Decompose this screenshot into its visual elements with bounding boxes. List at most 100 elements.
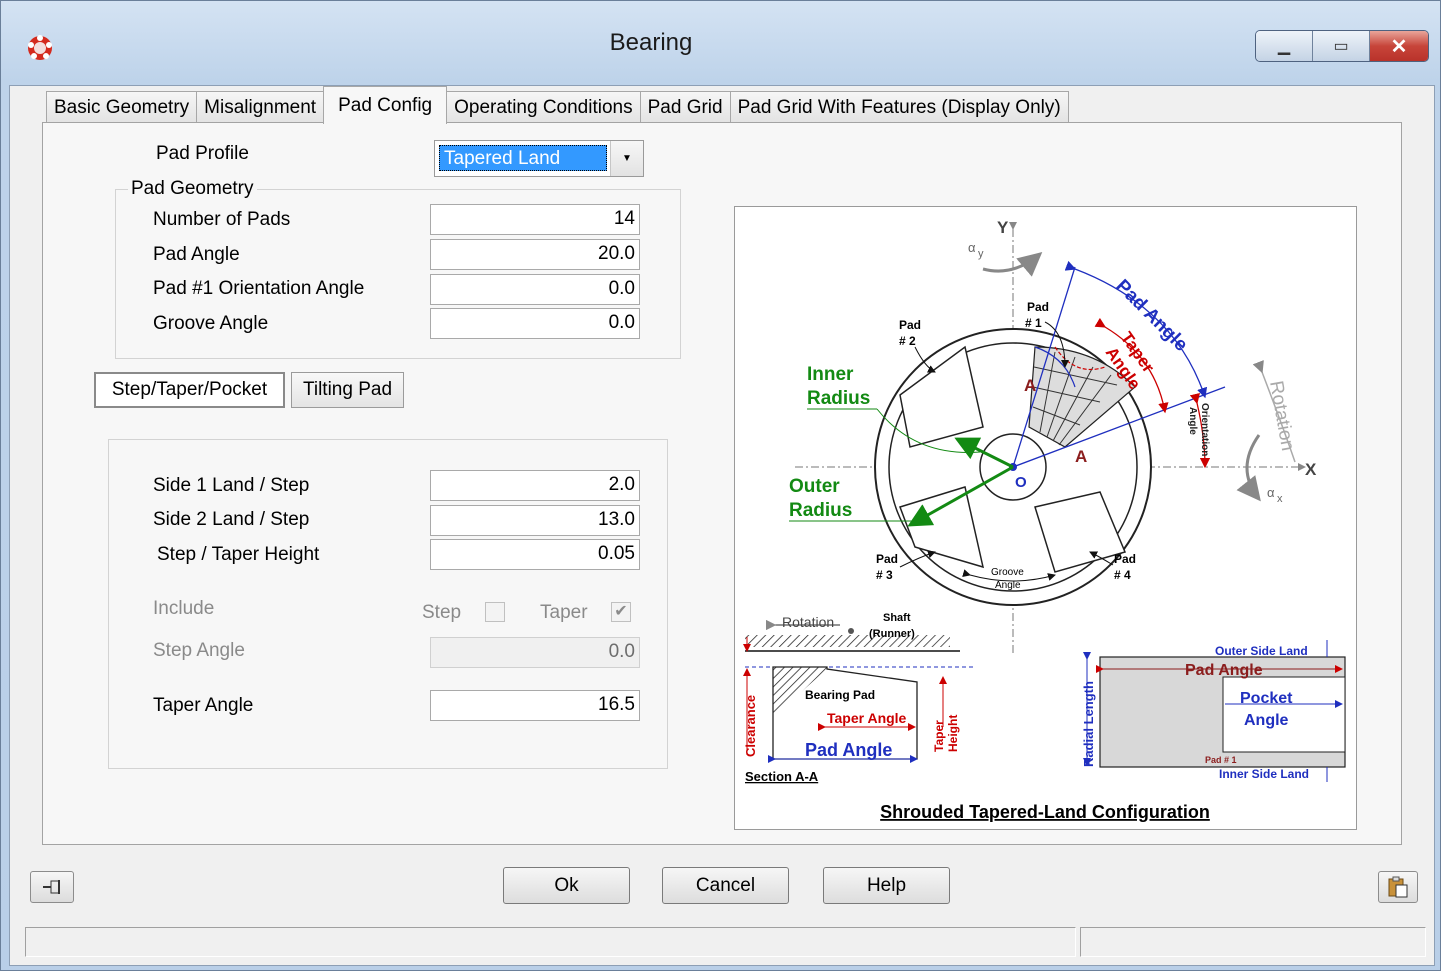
number-of-pads-label: Number of Pads (153, 209, 291, 230)
clearance-label: Clearance (743, 695, 758, 757)
pad-config-panel: Pad Profile Tapered Land ▼ Pad Geometry … (42, 122, 1402, 845)
pad4-line2: # 4 (1114, 568, 1131, 582)
inner-radius-line1: Inner (807, 364, 854, 385)
subtab-tilting-pad[interactable]: Tilting Pad (291, 372, 404, 408)
alpha-y-sub: y (978, 248, 984, 260)
include-label: Include (153, 598, 215, 619)
status-bar-main (25, 927, 1076, 957)
pocket-pad-angle-label: Pad Angle (1185, 662, 1263, 679)
title-bar[interactable]: Bearing ▁ ▭ ✕ (1, 1, 1441, 86)
tab-strip: Basic Geometry Misalignment Pad Config O… (46, 86, 1069, 124)
pad3-line1: Pad (876, 552, 898, 566)
pad-profile-selected-value: Tapered Land (439, 145, 607, 171)
side2-label: Side 2 Land / Step (153, 509, 310, 530)
tab-pad-grid[interactable]: Pad Grid (639, 91, 731, 124)
groove-angle-label: Groove Angle (153, 313, 269, 334)
close-button[interactable]: ✕ (1370, 31, 1428, 61)
section-mark-top: A (1024, 376, 1036, 395)
cancel-button[interactable]: Cancel (662, 867, 789, 904)
pin-icon (43, 880, 60, 894)
outer-radius-line1: Outer (789, 476, 840, 497)
side2-input[interactable]: 13.0 (430, 505, 640, 536)
tab-basic-geometry[interactable]: Basic Geometry (46, 91, 198, 124)
section-label: Section A-A (745, 769, 819, 784)
include-taper-checkbox[interactable]: ✔ (611, 602, 631, 622)
origin-label: O (1015, 474, 1027, 491)
step-angle-input: 0.0 (430, 637, 640, 668)
section-mark-bottom: A (1075, 447, 1087, 466)
orientation-angle-line2: Angle (1187, 407, 1198, 435)
maximize-button[interactable]: ▭ (1313, 31, 1370, 61)
chevron-down-icon[interactable]: ▼ (610, 141, 643, 176)
checkmark-icon: ✔ (614, 603, 628, 620)
taper-angle-label: Taper Angle (153, 695, 254, 716)
inner-radius-line2: Radius (807, 388, 870, 409)
side1-label: Side 1 Land / Step (153, 475, 310, 496)
pad-angle-input[interactable]: 20.0 (430, 239, 640, 270)
orientation-angle-input[interactable]: 0.0 (430, 274, 640, 305)
status-bar-secondary (1080, 927, 1426, 957)
bearing-diagram-svg: Y X α y α x Rotation O Pad Angle Taper A… (743, 218, 1346, 822)
x-axis-label: X (1305, 460, 1317, 479)
taper-angle-input[interactable]: 16.5 (430, 690, 640, 721)
clipboard-icon (1388, 876, 1408, 898)
alpha-y-label: α (968, 240, 976, 255)
pad3-line2: # 3 (876, 568, 893, 582)
window-controls: ▁ ▭ ✕ (1255, 30, 1429, 62)
inner-side-land-label: Inner Side Land (1219, 767, 1309, 781)
pad4-line1: Pad (1114, 552, 1136, 566)
pocket-pad1-label: Pad # 1 (1205, 755, 1237, 765)
pad1-line2: # 1 (1025, 316, 1042, 330)
minimize-button[interactable]: ▁ (1256, 31, 1313, 61)
tab-operating-conditions[interactable]: Operating Conditions (446, 91, 641, 124)
help-button[interactable]: Help (823, 867, 950, 904)
step-taper-height-label: Step / Taper Height (157, 544, 320, 565)
section-taper-angle-label: Taper Angle (827, 710, 907, 726)
subtab-step-taper-pocket[interactable]: Step/Taper/Pocket (94, 372, 285, 408)
groove-angle-input[interactable]: 0.0 (430, 308, 640, 339)
number-of-pads-input[interactable]: 14 (430, 204, 640, 235)
bearing-diagram: Y X α y α x Rotation O Pad Angle Taper A… (734, 206, 1357, 830)
include-step-label: Step (422, 602, 462, 623)
radial-length-label: Radial Length (1081, 681, 1096, 767)
section-rotation-label: Rotation (782, 614, 834, 630)
step-taper-height-input[interactable]: 0.05 (430, 539, 640, 570)
window-title: Bearing (609, 29, 693, 56)
taper-height-line2: Height (946, 715, 960, 752)
diagram-caption: Shrouded Tapered-Land Configuration (880, 802, 1210, 822)
orientation-angle-line1: Orientation (1199, 403, 1210, 456)
pocket-angle-line2: Angle (1244, 712, 1289, 729)
groove-angle-line1: Groove (991, 567, 1024, 578)
tab-misalignment[interactable]: Misalignment (196, 91, 325, 124)
pad-profile-select[interactable]: Tapered Land ▼ (434, 140, 644, 177)
tab-pad-config[interactable]: Pad Config (323, 86, 448, 124)
alpha-x-label: α (1267, 485, 1275, 500)
pad-geometry-title: Pad Geometry (128, 178, 257, 200)
side1-input[interactable]: 2.0 (430, 470, 640, 501)
maximize-icon: ▭ (1333, 38, 1349, 55)
outer-side-land-label: Outer Side Land (1215, 644, 1308, 658)
pad-profile-label: Pad Profile (156, 143, 249, 164)
tab-pad-grid-features[interactable]: Pad Grid With Features (Display Only) (729, 91, 1069, 124)
bearing-window: Bearing ▁ ▭ ✕ Basic Geometry Misalignmen… (0, 0, 1441, 971)
pad-angle-label: Pad Angle (153, 244, 240, 265)
shaft-line1: Shaft (883, 612, 911, 624)
include-step-checkbox[interactable] (485, 602, 505, 622)
y-axis-label: Y (997, 218, 1009, 237)
pocket-angle-line1: Pocket (1240, 690, 1293, 707)
outer-radius-line2: Radius (789, 500, 852, 521)
pad1-line1: Pad (1027, 300, 1049, 314)
bearing-pad-label: Bearing Pad (805, 688, 875, 702)
step-angle-label: Step Angle (153, 640, 245, 661)
taper-height-line1: Taper (932, 720, 946, 752)
pad2-line2: # 2 (899, 334, 916, 348)
clipboard-button[interactable] (1378, 871, 1418, 903)
include-taper-label: Taper (540, 602, 588, 623)
orientation-angle-label: Pad #1 Orientation Angle (153, 278, 365, 299)
pin-button[interactable] (30, 871, 74, 903)
close-icon: ✕ (1390, 35, 1408, 58)
section-pad-angle-label: Pad Angle (805, 740, 892, 760)
pad2-line1: Pad (899, 318, 921, 332)
dialog-client: Basic Geometry Misalignment Pad Config O… (9, 85, 1435, 966)
ok-button[interactable]: Ok (503, 867, 630, 904)
